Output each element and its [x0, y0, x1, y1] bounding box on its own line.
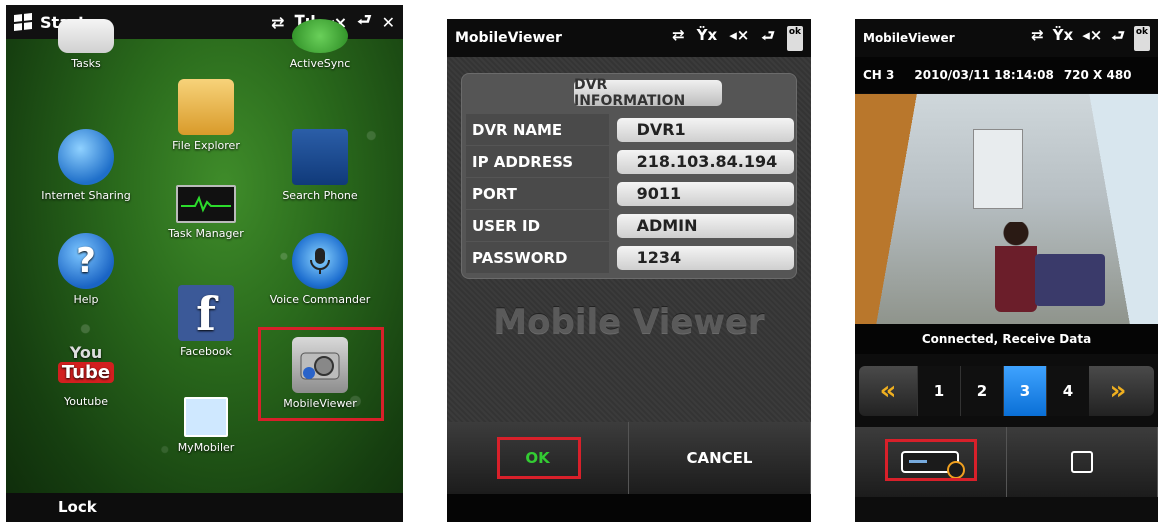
mymobiler-icon [184, 397, 228, 437]
app-search-phone[interactable]: Search Phone [260, 129, 380, 202]
prev-channel-icon[interactable]: « [859, 366, 917, 416]
app-title: MobileViewer [455, 30, 562, 46]
channel-label: CH 3 [863, 68, 895, 82]
app-facebook[interactable]: f Facebook [146, 285, 266, 358]
port-field[interactable]: 9011 [616, 181, 794, 206]
ip-address-label: IP ADDRESS [466, 146, 609, 177]
port-label: PORT [466, 178, 609, 209]
channel-4-button[interactable]: 4 [1046, 366, 1089, 416]
port-row: PORT 9011 [466, 178, 794, 209]
folder-icon [178, 79, 234, 135]
app-help[interactable]: ? Help [26, 233, 146, 306]
channel-1-button[interactable]: 1 [917, 366, 960, 416]
tasks-icon [58, 19, 114, 53]
app-label: Youtube [64, 395, 108, 408]
battery-icon[interactable]: ⮐ [761, 26, 775, 51]
connection-status: Connected, Receive Data [855, 324, 1158, 354]
app-internet-sharing[interactable]: Internet Sharing [26, 129, 146, 202]
app-title: MobileViewer [863, 31, 955, 45]
password-label: PASSWORD [466, 242, 609, 273]
app-label: Task Manager [168, 227, 244, 240]
channel-selector: « 1 2 3 4 » [859, 366, 1154, 416]
connectivity-icon[interactable]: ⇄ [1031, 26, 1044, 51]
app-label: Tasks [71, 57, 101, 70]
activesync-icon [292, 19, 348, 53]
user-id-label: USER ID [466, 210, 609, 241]
app-label: ActiveSync [289, 57, 351, 70]
youtube-tube: Tube [57, 362, 115, 383]
live-view-screen: MobileViewer ⇄ Ÿx ◂× ⮐ ok CH 3 2010/03/1… [855, 19, 1158, 522]
cleaning-cart [1035, 254, 1105, 306]
volume-icon[interactable]: ◂× [729, 26, 749, 51]
app-tasks[interactable]: Tasks [26, 19, 146, 70]
app-file-explorer[interactable]: File Explorer [146, 79, 266, 152]
password-row: PASSWORD 1234 [466, 242, 794, 273]
dvr-name-label: DVR NAME [466, 114, 609, 145]
app-label: Help [73, 293, 99, 306]
channel-3-button[interactable]: 3 [1003, 366, 1046, 416]
app-youtube[interactable]: You Tube Youtube [26, 335, 146, 408]
dvr-name-field[interactable]: DVR1 [616, 117, 794, 142]
heartbeat-icon [181, 195, 231, 213]
search-icon [292, 129, 348, 185]
app-label: Voice Commander [269, 293, 371, 306]
start-screen: Start ⇄ 𝐓ıl ◂× ⮐ ✕ Tasks ActiveSync File… [6, 5, 403, 522]
battery-icon[interactable]: ⮐ [1111, 26, 1125, 51]
user-id-field[interactable]: ADMIN [616, 213, 794, 238]
password-field[interactable]: 1234 [616, 245, 794, 270]
dvr-name-row: DVR NAME DVR1 [466, 114, 794, 145]
channel-2-button[interactable]: 2 [960, 366, 1003, 416]
lock-label[interactable]: Lock [58, 498, 97, 516]
next-channel-icon[interactable]: » [1089, 366, 1147, 416]
ok-title-button[interactable]: ok [786, 25, 803, 51]
app-mymobiler[interactable]: MyMobiler [146, 397, 266, 454]
facebook-icon: f [178, 285, 234, 341]
single-view-button[interactable] [1006, 427, 1158, 497]
connectivity-icon[interactable]: ⇄ [672, 26, 685, 51]
lock-bar[interactable]: Lock [6, 493, 403, 522]
camera-info-bar: CH 3 2010/03/11 18:14:08 720 X 480 [855, 57, 1158, 93]
app-label: Facebook [180, 345, 232, 358]
app-task-manager[interactable]: Task Manager [146, 185, 266, 240]
youtube-you: You [69, 343, 103, 362]
app-title-bar: MobileViewer ⇄ Ÿx ◂× ⮐ ok [447, 19, 811, 57]
app-voice-commander[interactable]: Voice Commander [260, 233, 380, 306]
highlight-ok-button [497, 437, 581, 479]
help-icon: ? [58, 233, 114, 289]
square-icon [1070, 451, 1093, 473]
camera-feed[interactable] [855, 94, 1158, 324]
no-signal-icon[interactable]: Ÿx [697, 26, 718, 51]
app-title-bar: MobileViewer ⇄ Ÿx ◂× ⮐ ok [855, 19, 1158, 57]
person-figure [995, 222, 1037, 312]
mobile-viewer-watermark: Mobile Viewer [493, 302, 765, 342]
app-label: File Explorer [172, 139, 240, 152]
bottom-strip [447, 494, 811, 522]
dvr-info-screen: MobileViewer ⇄ Ÿx ◂× ⮐ ok DVR INFORMATIO… [447, 19, 811, 522]
user-id-row: USER ID ADMIN [466, 210, 794, 241]
globe-icon [58, 129, 114, 185]
ok-title-button[interactable]: ok [1133, 25, 1150, 51]
youtube-icon: You Tube [57, 335, 115, 391]
highlight-mobileviewer [258, 327, 384, 421]
microphone-icon [292, 233, 348, 289]
app-activesync[interactable]: ActiveSync [260, 19, 380, 70]
task-manager-icon [176, 185, 236, 223]
resolution: 720 X 480 [1063, 68, 1132, 82]
dvr-info-body: DVR INFORMATION DVR NAME DVR1 IP ADDRESS… [447, 57, 811, 422]
ip-address-row: IP ADDRESS 218.103.84.194 [466, 146, 794, 177]
ip-address-field[interactable]: 218.103.84.194 [616, 149, 794, 174]
no-signal-icon[interactable]: Ÿx [1053, 26, 1074, 51]
dvr-info-box: DVR INFORMATION DVR NAME DVR1 IP ADDRESS… [461, 73, 797, 279]
cancel-button[interactable]: CANCEL [629, 422, 811, 494]
volume-icon[interactable]: ◂× [1082, 26, 1102, 51]
timestamp: 2010/03/11 18:14:08 [914, 68, 1054, 82]
highlight-dvr-info-button [885, 439, 977, 481]
app-label: Search Phone [282, 189, 358, 202]
hallway-door [973, 129, 1023, 209]
app-label: MyMobiler [177, 441, 235, 454]
dvr-info-header: DVR INFORMATION [574, 77, 722, 109]
close-icon[interactable]: ✕ [382, 13, 395, 32]
app-label: Internet Sharing [41, 189, 131, 202]
